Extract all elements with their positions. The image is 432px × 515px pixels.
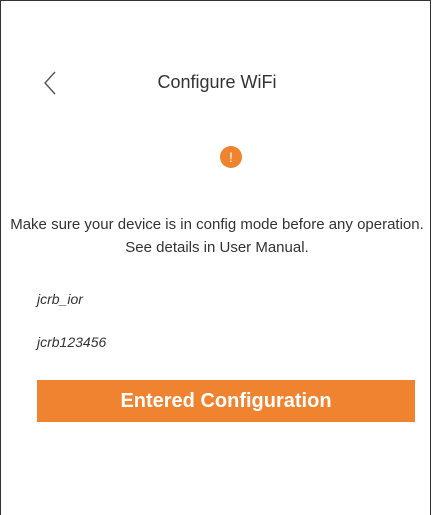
warning-icon: ! xyxy=(220,146,242,168)
page-title: Configure WiFi xyxy=(157,72,277,92)
wifi-ssid-field[interactable]: jcrb_ior xyxy=(37,291,83,307)
entered-configuration-button[interactable]: Entered Configuration xyxy=(37,380,415,422)
wifi-password-field[interactable]: jcrb123456 xyxy=(37,334,106,350)
app-screen: Configure WiFi ! Make sure your device i… xyxy=(0,0,431,515)
config-mode-notice: Make sure your device is in config mode … xyxy=(10,216,424,256)
